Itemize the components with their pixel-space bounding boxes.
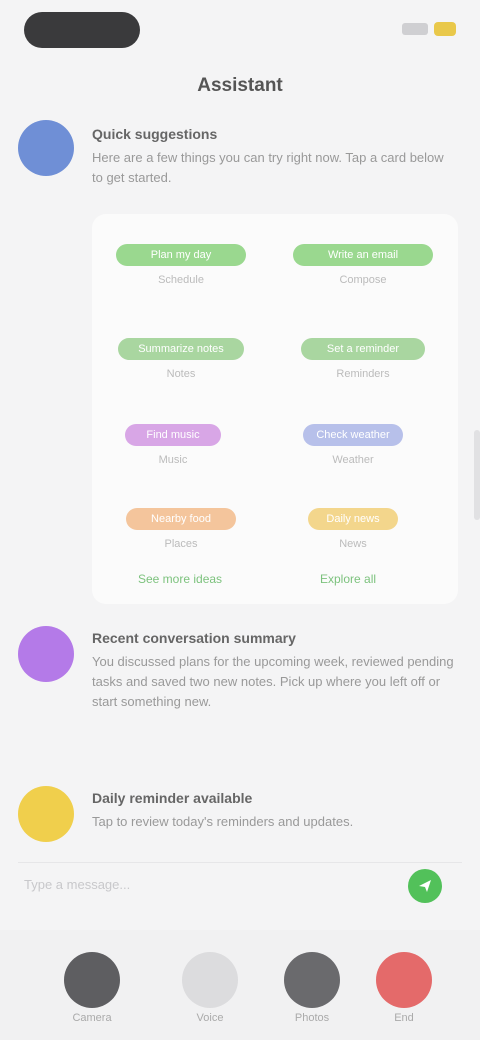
- voice-button[interactable]: [182, 952, 238, 1008]
- suggestion-card[interactable]: Summarize notes Notes: [106, 338, 256, 380]
- suggestion-sub: Music: [158, 454, 188, 466]
- message-desc: Here are a few things you can try right …: [92, 150, 444, 185]
- avatar: [18, 626, 74, 682]
- suggestion-sub: Notes: [166, 368, 196, 380]
- status-icons: [402, 22, 456, 36]
- end-label: End: [394, 1012, 414, 1024]
- message-desc: You discussed plans for the upcoming wee…: [92, 654, 454, 709]
- suggestion-label: Check weather: [303, 424, 403, 446]
- header: Assistant: [0, 64, 480, 108]
- suggestion-sub: Compose: [339, 274, 387, 286]
- suggestion-card[interactable]: Check weather Weather: [278, 424, 428, 466]
- send-button[interactable]: [408, 869, 442, 903]
- photos-label: Photos: [294, 1012, 330, 1024]
- suggestion-label: Summarize notes: [118, 338, 244, 360]
- suggestion-label: Daily news: [308, 508, 398, 530]
- suggestion-grid: Plan my day Schedule Write an email Comp…: [92, 214, 458, 604]
- message-input[interactable]: Type a message...: [24, 877, 130, 892]
- suggestion-card[interactable]: Nearby food Places: [106, 508, 256, 550]
- message-title: Daily reminder available: [92, 790, 253, 806]
- suggestion-label: Write an email: [293, 244, 433, 266]
- suggestion-sub: Reminders: [336, 368, 390, 380]
- signal-icon: [402, 23, 428, 35]
- avatar: [18, 120, 74, 176]
- page-title: Assistant: [197, 75, 283, 96]
- avatar: [18, 786, 74, 842]
- status-bar: [0, 0, 480, 60]
- see-more-link[interactable]: See more ideas: [138, 572, 222, 586]
- suggestion-card[interactable]: Daily news News: [278, 508, 428, 550]
- battery-icon: [434, 22, 456, 36]
- suggestion-label: Find music: [125, 424, 221, 446]
- explore-all-link[interactable]: Explore all: [320, 572, 376, 586]
- suggestion-card[interactable]: Write an email Compose: [288, 244, 438, 286]
- suggestion-sub: News: [339, 538, 367, 550]
- message-title: Recent conversation summary: [92, 630, 296, 646]
- voice-label: Voice: [196, 1012, 224, 1024]
- suggestion-card[interactable]: Set a reminder Reminders: [288, 338, 438, 380]
- suggestion-label: Nearby food: [126, 508, 236, 530]
- suggestion-label: Set a reminder: [301, 338, 425, 360]
- suggestion-card[interactable]: Find music Music: [98, 424, 248, 466]
- suggestion-label: Plan my day: [116, 244, 246, 266]
- message-desc: Tap to review today's reminders and upda…: [92, 814, 354, 829]
- send-icon: [419, 880, 431, 892]
- end-button[interactable]: [376, 952, 432, 1008]
- message-input-row: Type a message...: [18, 862, 462, 909]
- camera-label: Camera: [72, 1012, 112, 1024]
- message-title: Quick suggestions: [92, 126, 218, 142]
- suggestion-sub: Schedule: [158, 274, 204, 286]
- suggestion-card[interactable]: Plan my day Schedule: [106, 244, 256, 286]
- bottom-bar: Camera Voice Photos End: [0, 930, 480, 1040]
- suggestion-sub: Weather: [332, 454, 374, 466]
- photos-button[interactable]: [284, 952, 340, 1008]
- side-handle[interactable]: [474, 430, 480, 520]
- camera-button[interactable]: [64, 952, 120, 1008]
- suggestion-sub: Places: [164, 538, 198, 550]
- dynamic-island: [24, 12, 140, 48]
